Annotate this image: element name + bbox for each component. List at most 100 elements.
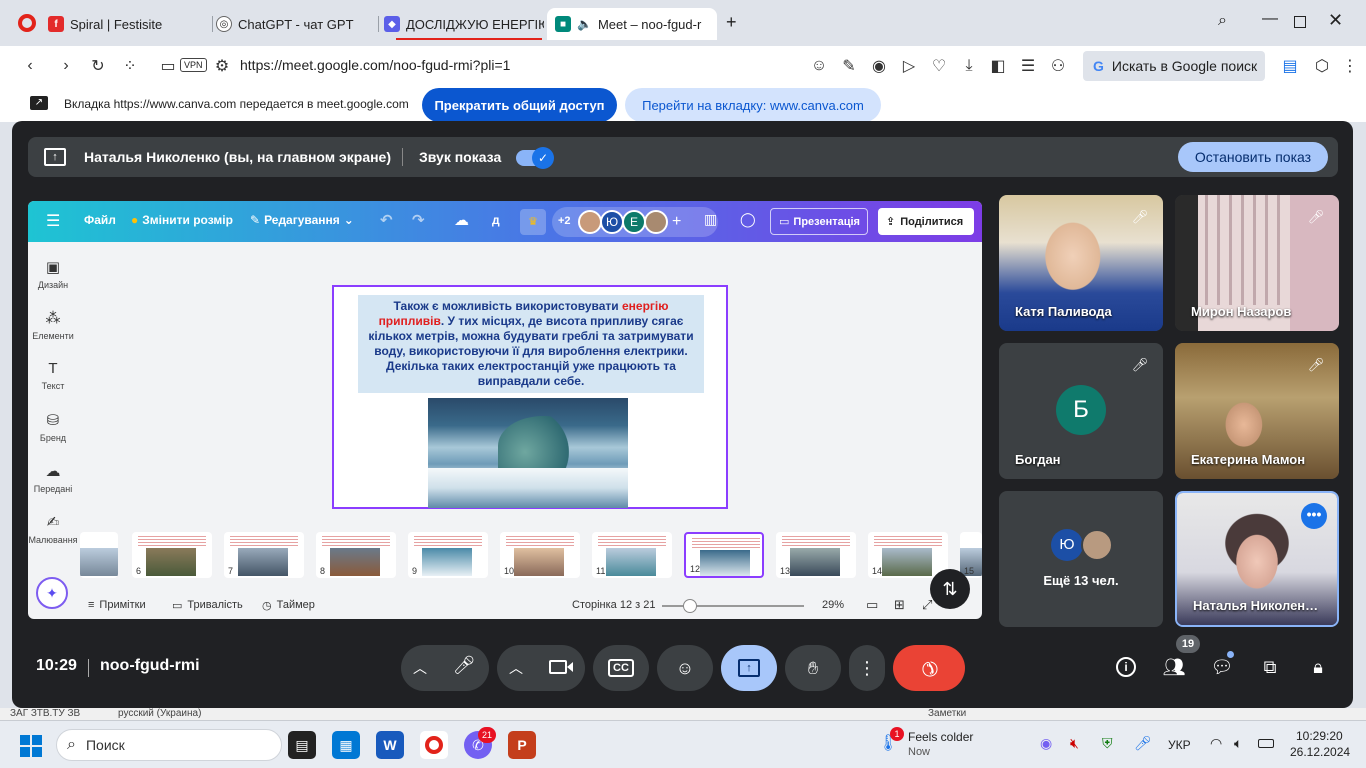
share-button[interactable]: ⇪ Поділитися bbox=[878, 208, 974, 235]
battery-icon[interactable] bbox=[1258, 739, 1274, 748]
clock-date[interactable]: 26.12.2024 bbox=[1290, 745, 1350, 759]
grid-view-icon[interactable]: ⊞ bbox=[894, 597, 905, 613]
sidebar-item-uploads[interactable]: ☁ Передані bbox=[28, 462, 78, 494]
tab-chatgpt[interactable]: ◎ ChatGPT - чат GPT bbox=[208, 8, 378, 40]
url-text[interactable]: https://meet.google.com/noo-fgud-rmi?pli… bbox=[240, 57, 510, 73]
forward-icon[interactable]: › bbox=[56, 56, 76, 76]
slide-thumbnail-current[interactable]: 12 bbox=[684, 532, 764, 578]
timer-button[interactable]: ◷ Таймер bbox=[262, 599, 315, 612]
emoji-icon[interactable]: ☺ bbox=[809, 56, 829, 76]
slide-thumbnail[interactable]: 8 bbox=[316, 532, 396, 578]
microphone-tray-icon[interactable]: 🎤︎ bbox=[1134, 735, 1152, 752]
maximize-icon[interactable] bbox=[1294, 16, 1306, 28]
participant-tile[interactable]: 🎤︎ Мирон Назаров bbox=[1175, 195, 1339, 331]
stop-sharing-button[interactable]: Прекратить общий доступ bbox=[422, 88, 617, 122]
participant-tile[interactable]: 🎤︎ Екатерина Мамон bbox=[1175, 343, 1339, 479]
sidebar-item-draw[interactable]: ✍ Малювання bbox=[28, 513, 78, 545]
present-now-button[interactable]: ↑ bbox=[721, 645, 777, 691]
duration-button[interactable]: ▭ Тривалість bbox=[172, 599, 243, 612]
viber-tray-icon[interactable]: ◉ bbox=[1040, 735, 1052, 752]
more-participants-tile[interactable]: Ю Ещё 13 чел. bbox=[999, 491, 1163, 627]
menu-icon[interactable]: ☰ bbox=[46, 211, 60, 231]
camera-icon[interactable]: ▭ bbox=[158, 56, 178, 76]
heart-icon[interactable]: ♡ bbox=[929, 56, 949, 76]
crown-premium-icon[interactable]: ♛ bbox=[520, 209, 546, 235]
more-options-icon[interactable]: ••• bbox=[1301, 503, 1327, 529]
slide-thumbnail[interactable] bbox=[80, 532, 118, 578]
opera-logo-icon[interactable] bbox=[18, 14, 36, 32]
zoom-slider-handle[interactable] bbox=[683, 599, 698, 613]
slide-thumbnail[interactable]: 15 bbox=[960, 532, 982, 578]
aria-icon[interactable]: ▤ bbox=[1280, 56, 1300, 76]
slide-thumbnail[interactable]: 7 bbox=[224, 532, 304, 578]
undo-icon[interactable]: ↶ bbox=[380, 211, 393, 229]
microphone-icon[interactable]: 🎤︎ bbox=[449, 655, 479, 681]
comment-icon[interactable]: ◯ bbox=[740, 211, 756, 228]
security-icon[interactable]: ⛨ bbox=[1102, 735, 1113, 752]
people-icon[interactable]: 👥︎ bbox=[1160, 653, 1188, 681]
site-settings-icon[interactable]: ⚙ bbox=[212, 56, 232, 76]
extensions-icon[interactable]: ⬡ bbox=[1312, 56, 1332, 76]
sidebar-item-design[interactable]: ▣ Дизайн bbox=[28, 258, 78, 290]
cloud-saved-icon[interactable]: ☁ bbox=[454, 211, 469, 229]
task-view-icon[interactable]: ▤ bbox=[288, 731, 316, 759]
volume-muted-icon[interactable]: 🔇︎ bbox=[1070, 735, 1079, 752]
participant-tile[interactable]: Б 🎤︎ Богдан bbox=[999, 343, 1163, 479]
resize-button[interactable]: ● Змінити розмір bbox=[131, 213, 233, 227]
sidebar-item-elements[interactable]: ⁂ Елементи bbox=[28, 309, 78, 341]
leave-call-button[interactable]: ✆ bbox=[893, 645, 965, 691]
activities-icon[interactable]: ⧉ bbox=[1256, 653, 1284, 681]
tab-meet[interactable]: ■ 🔈 Meet – noo-fgud-r bbox=[547, 8, 717, 40]
fullscreen-icon[interactable]: ⤢ bbox=[922, 597, 932, 613]
camera-icon[interactable] bbox=[549, 660, 567, 674]
share-audio-toggle[interactable]: ✓ bbox=[516, 147, 554, 169]
powerpoint-icon[interactable]: P bbox=[508, 731, 536, 759]
language-indicator[interactable]: УКР bbox=[1168, 738, 1191, 752]
windows-start-icon[interactable] bbox=[20, 735, 42, 757]
google-search-box[interactable]: G Искать в Google поиск bbox=[1083, 51, 1265, 81]
sidebar-icon[interactable]: ◧ bbox=[988, 56, 1008, 76]
slide-thumbnail[interactable]: 11 bbox=[592, 532, 672, 578]
tab-spiral[interactable]: f Spiral | Festisite bbox=[40, 8, 210, 40]
new-tab-icon[interactable]: + bbox=[726, 12, 737, 33]
opera-icon[interactable] bbox=[420, 731, 448, 759]
zoom-slider[interactable] bbox=[662, 599, 804, 613]
taskbar-search-box[interactable]: ⌕ Поиск bbox=[56, 729, 282, 761]
edit-mode-button[interactable]: ✎ Редагування ⌄ bbox=[250, 213, 354, 227]
search-tabs-icon[interactable]: ⌕ bbox=[1218, 12, 1227, 30]
redo-icon[interactable]: ↷ bbox=[412, 211, 425, 229]
download-icon[interactable]: ⤓ bbox=[959, 56, 979, 76]
speaker-icon[interactable]: 🔈︎ bbox=[1234, 735, 1242, 752]
meeting-details-icon[interactable]: i bbox=[1112, 653, 1140, 681]
raise-hand-button[interactable]: ✋︎ bbox=[785, 645, 841, 691]
page-view-icon[interactable]: ▭ bbox=[866, 597, 878, 613]
weather-title[interactable]: Feels colder bbox=[908, 730, 973, 744]
slide-canvas[interactable]: Також є можливість використовувати енерг… bbox=[332, 285, 728, 509]
edit-icon[interactable]: ✎ bbox=[839, 56, 859, 76]
go-to-tab-button[interactable]: Перейти на вкладку: www.canva.com bbox=[625, 88, 881, 122]
send-icon[interactable]: ▷ bbox=[899, 56, 919, 76]
more-options-button[interactable]: ⋮ bbox=[849, 645, 885, 691]
sidebar-item-text[interactable]: T Текст bbox=[28, 360, 78, 391]
wifi-icon[interactable]: ◠ bbox=[1210, 735, 1222, 752]
notes-button[interactable]: ≡ Примітки bbox=[88, 599, 146, 611]
minimize-icon[interactable]: — bbox=[1262, 10, 1278, 28]
slide-thumbnail[interactable]: 14 bbox=[868, 532, 948, 578]
host-controls-icon[interactable]: 🔒︎ bbox=[1304, 653, 1332, 681]
slide-text-box[interactable]: Також є можливість використовувати енерг… bbox=[358, 295, 704, 393]
word-icon[interactable]: W bbox=[376, 731, 404, 759]
insights-icon[interactable]: ▥ bbox=[704, 211, 717, 228]
more-menu-icon[interactable]: ⋮ bbox=[1340, 56, 1360, 76]
present-button[interactable]: ▭ Презентація bbox=[770, 208, 868, 235]
profile-icon[interactable]: ⚇ bbox=[1048, 56, 1068, 76]
store-icon[interactable]: ▦ bbox=[332, 731, 360, 759]
easy-setup-icon[interactable]: ☰ bbox=[1018, 56, 1038, 76]
sidebar-item-brand[interactable]: ⛁ Бренд bbox=[28, 411, 78, 443]
self-participant-tile[interactable]: ••• Наталья Николен… bbox=[1175, 491, 1339, 627]
reactions-button[interactable]: ☺ bbox=[657, 645, 713, 691]
clock-time[interactable]: 10:29:20 bbox=[1296, 729, 1343, 743]
participant-tile[interactable]: 🎤︎ Катя Паливода bbox=[999, 195, 1163, 331]
vpn-badge[interactable]: VPN bbox=[180, 58, 207, 72]
captions-button[interactable]: CC bbox=[593, 645, 649, 691]
audio-options-chevron-icon[interactable]: ︿ bbox=[413, 658, 427, 678]
